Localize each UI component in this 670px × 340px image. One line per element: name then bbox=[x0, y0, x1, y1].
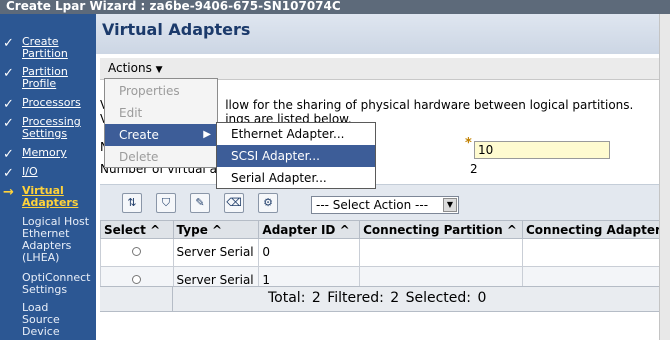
nav-item-label[interactable]: I/O bbox=[22, 166, 38, 178]
configure-icon[interactable]: ⚙ bbox=[258, 193, 278, 213]
menu-item-delete: Delete bbox=[105, 146, 217, 168]
filter-icon[interactable]: ⛉ bbox=[156, 193, 176, 213]
nav-item-label[interactable]: Memory bbox=[22, 147, 67, 159]
description-rest-1: llow for the sharing of physical hardwar… bbox=[225, 98, 634, 112]
table-row: Server Serial 0 bbox=[100, 238, 666, 267]
nav-item-label[interactable]: Partition Profile bbox=[22, 66, 68, 90]
nav-item-memory[interactable]: ✓ Memory bbox=[0, 147, 96, 162]
nav-item-io[interactable]: ✓ I/O bbox=[0, 166, 96, 181]
sort-icon[interactable]: ^ bbox=[340, 223, 350, 237]
check-icon: ✓ bbox=[3, 166, 14, 181]
page-title-bar: Virtual Adapters bbox=[96, 14, 670, 54]
actions-menu-button[interactable]: Actions ▼ bbox=[108, 61, 163, 75]
check-icon: ✓ bbox=[3, 147, 14, 162]
nav-item-label[interactable]: OptiConnect Settings bbox=[22, 272, 91, 296]
sort-icon[interactable]: ^ bbox=[212, 223, 222, 237]
edit-sort-icon[interactable]: ✎ bbox=[190, 193, 210, 213]
nav-item-lhea[interactable]: Logical Host Ethernet Adapters (LHEA) bbox=[0, 216, 96, 268]
create-submenu: Ethernet Adapter... SCSI Adapter... Seri… bbox=[216, 122, 376, 189]
col-connecting-partition-label: Connecting Partition bbox=[363, 222, 503, 237]
nav-item-processing-settings[interactable]: ✓ Processing Settings bbox=[0, 116, 96, 142]
cell-type: Server Serial bbox=[172, 238, 260, 267]
nav-item-partition-profile[interactable]: ✓ Partition Profile bbox=[0, 66, 96, 92]
check-icon: ✓ bbox=[3, 66, 14, 81]
row-select-cell bbox=[100, 238, 174, 267]
cell-connecting-partition bbox=[359, 238, 523, 267]
nav-item-label[interactable]: Load Source Device bbox=[22, 302, 60, 338]
table-toolbar: ⇅ ⛉ ✎ ⌫ ⚙ --- Select Action --- ▼ bbox=[100, 184, 665, 220]
nav-item-opticonnect[interactable]: OptiConnect Settings bbox=[0, 272, 96, 298]
check-icon: ✓ bbox=[3, 36, 14, 51]
select-action-value: --- Select Action --- bbox=[316, 198, 429, 212]
nav-item-label[interactable]: Logical Host Ethernet Adapters (LHEA) bbox=[22, 216, 89, 264]
cell-connecting-adapter bbox=[521, 238, 666, 267]
adapters-table: Select ^ Type ^ Adapter ID ^ Connecting … bbox=[100, 220, 666, 294]
window-title-bar: Create Lpar Wizard : za6be-9406-675-SN10… bbox=[0, 0, 670, 14]
check-icon: ✓ bbox=[3, 116, 14, 131]
col-adapter-id-label: Adapter ID bbox=[262, 222, 336, 237]
col-connecting-adapter[interactable]: Connecting Adapter bbox=[521, 220, 666, 239]
cell-adapter-id: 0 bbox=[258, 238, 361, 267]
nav-item-label[interactable]: Virtual Adapters bbox=[22, 185, 78, 209]
nav-item-create-partition[interactable]: ✓ Create Partition bbox=[0, 36, 96, 62]
nav-item-label[interactable]: Processors bbox=[22, 97, 81, 109]
submenu-arrow-icon: ▶ bbox=[203, 129, 211, 140]
row-radio[interactable] bbox=[132, 247, 142, 257]
clear-icon[interactable]: ⌫ bbox=[224, 193, 244, 213]
nav-item-label[interactable]: Processing Settings bbox=[22, 116, 81, 140]
caret-down-icon: ▼ bbox=[155, 65, 163, 75]
table-footer: Total: 2 Filtered: 2 Selected: 0 bbox=[100, 286, 665, 312]
wizard-navigation: ✓ Create Partition ✓ Partition Profile ✓… bbox=[0, 14, 96, 340]
submenu-item-label: Ethernet Adapter... bbox=[231, 127, 345, 141]
table-summary: Total: 2 Filtered: 2 Selected: 0 bbox=[268, 290, 487, 306]
col-type[interactable]: Type ^ bbox=[172, 220, 260, 239]
page-title: Virtual Adapters bbox=[102, 20, 251, 39]
col-select[interactable]: Select ^ bbox=[100, 220, 174, 239]
sort-icon[interactable]: ^ bbox=[507, 223, 517, 237]
actions-bar: Actions ▼ bbox=[100, 58, 665, 80]
submenu-item-label: Serial Adapter... bbox=[231, 171, 327, 185]
sort-icon[interactable]: ^ bbox=[150, 223, 160, 237]
menu-item-label: Delete bbox=[119, 150, 159, 164]
chevron-down-icon[interactable]: ▼ bbox=[443, 198, 457, 212]
number-adapters-value: 2 bbox=[470, 162, 478, 176]
nav-item-processors[interactable]: ✓ Processors bbox=[0, 97, 96, 112]
window-title: Create Lpar Wizard : za6be-9406-675-SN10… bbox=[6, 0, 341, 13]
required-indicator: * bbox=[465, 136, 472, 151]
col-adapter-id[interactable]: Adapter ID ^ bbox=[258, 220, 361, 239]
menu-item-create[interactable]: Create ▶ bbox=[105, 124, 217, 146]
check-icon: ✓ bbox=[3, 97, 14, 112]
nav-item-load-source[interactable]: Load Source Device bbox=[0, 302, 96, 340]
col-type-label: Type bbox=[176, 222, 208, 237]
columns-icon[interactable]: ⇅ bbox=[122, 193, 142, 213]
submenu-item-scsi-adapter[interactable]: SCSI Adapter... bbox=[217, 145, 375, 167]
actions-dropdown-menu: Properties Edit Create ▶ Delete bbox=[104, 78, 218, 168]
menu-item-properties: Properties bbox=[105, 80, 217, 102]
arrow-right-icon: → bbox=[3, 185, 14, 200]
row-radio[interactable] bbox=[132, 274, 142, 284]
submenu-item-label: SCSI Adapter... bbox=[231, 149, 320, 163]
col-connecting-adapter-label: Connecting Adapter bbox=[525, 222, 661, 237]
nav-item-virtual-adapters[interactable]: → Virtual Adapters bbox=[0, 185, 96, 211]
col-connecting-partition[interactable]: Connecting Partition ^ bbox=[359, 220, 523, 239]
submenu-item-ethernet-adapter[interactable]: Ethernet Adapter... bbox=[217, 123, 375, 145]
select-action-dropdown[interactable]: --- Select Action --- ▼ bbox=[311, 196, 459, 214]
table-header-row: Select ^ Type ^ Adapter ID ^ Connecting … bbox=[100, 220, 666, 239]
menu-item-label: Create bbox=[119, 128, 159, 142]
main-content: Virtual Adapters Actions ▼ Vllow for the… bbox=[96, 14, 670, 340]
max-adapters-input[interactable] bbox=[474, 141, 610, 159]
menu-item-label: Edit bbox=[119, 106, 143, 120]
vertical-scrollbar[interactable] bbox=[659, 14, 670, 340]
menu-item-label: Properties bbox=[119, 84, 180, 98]
actions-label: Actions bbox=[108, 61, 152, 75]
nav-item-label[interactable]: Create Partition bbox=[22, 36, 68, 60]
col-select-label: Select bbox=[104, 222, 146, 237]
menu-item-edit: Edit bbox=[105, 102, 217, 124]
submenu-item-serial-adapter[interactable]: Serial Adapter... bbox=[217, 167, 375, 189]
footer-spacer bbox=[100, 287, 173, 311]
